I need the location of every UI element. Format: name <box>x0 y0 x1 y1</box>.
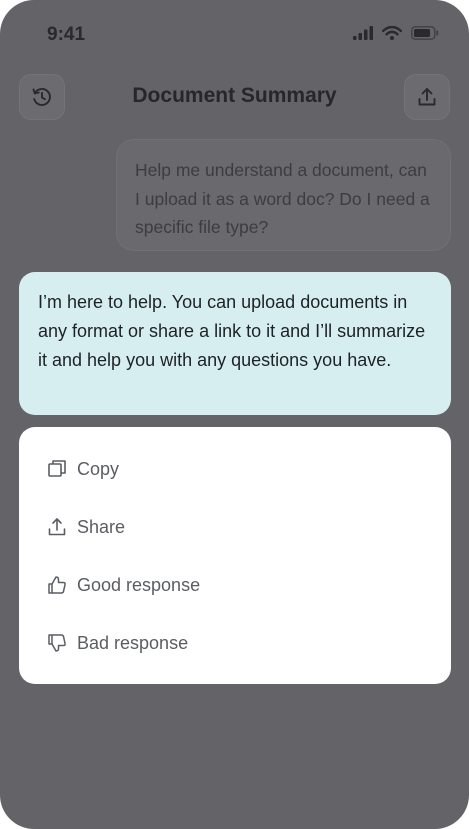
copy-menu-item[interactable]: Copy <box>47 454 119 484</box>
copy-label: Copy <box>77 458 120 479</box>
page-title: Document Summary <box>132 84 337 107</box>
upload-icon <box>418 88 436 106</box>
good-response-label: Good response <box>77 574 201 595</box>
status-bar: 9:41 <box>0 0 469 64</box>
wifi-icon <box>382 26 402 40</box>
user-message-bubble: Help me understand a document, can I upl… <box>116 139 451 251</box>
status-time: 9:41 <box>47 24 86 45</box>
share-label: Share <box>77 516 126 537</box>
upload-button[interactable] <box>404 74 450 120</box>
phone-screen: 9:41 Document Summary Help me understand… <box>0 0 469 829</box>
bad-response-label: Bad response <box>77 632 189 653</box>
signal-icon <box>353 26 373 40</box>
bad-response-menu-item[interactable]: Bad response <box>47 628 188 658</box>
header: Document Summary <box>0 72 469 122</box>
copy-icon <box>48 460 66 477</box>
battery-icon <box>411 26 439 40</box>
thumbs-up-icon <box>48 576 66 594</box>
status-icons <box>353 26 439 40</box>
good-response-menu-item[interactable]: Good response <box>47 570 200 600</box>
assistant-message-bubble[interactable]: I’m here to help. You can upload documen… <box>19 272 451 415</box>
thumbs-down-icon <box>48 634 66 652</box>
share-menu-item[interactable]: Share <box>47 512 125 542</box>
share-icon <box>48 518 66 536</box>
message-context-menu: Copy Share Good response Bad response <box>19 427 451 684</box>
